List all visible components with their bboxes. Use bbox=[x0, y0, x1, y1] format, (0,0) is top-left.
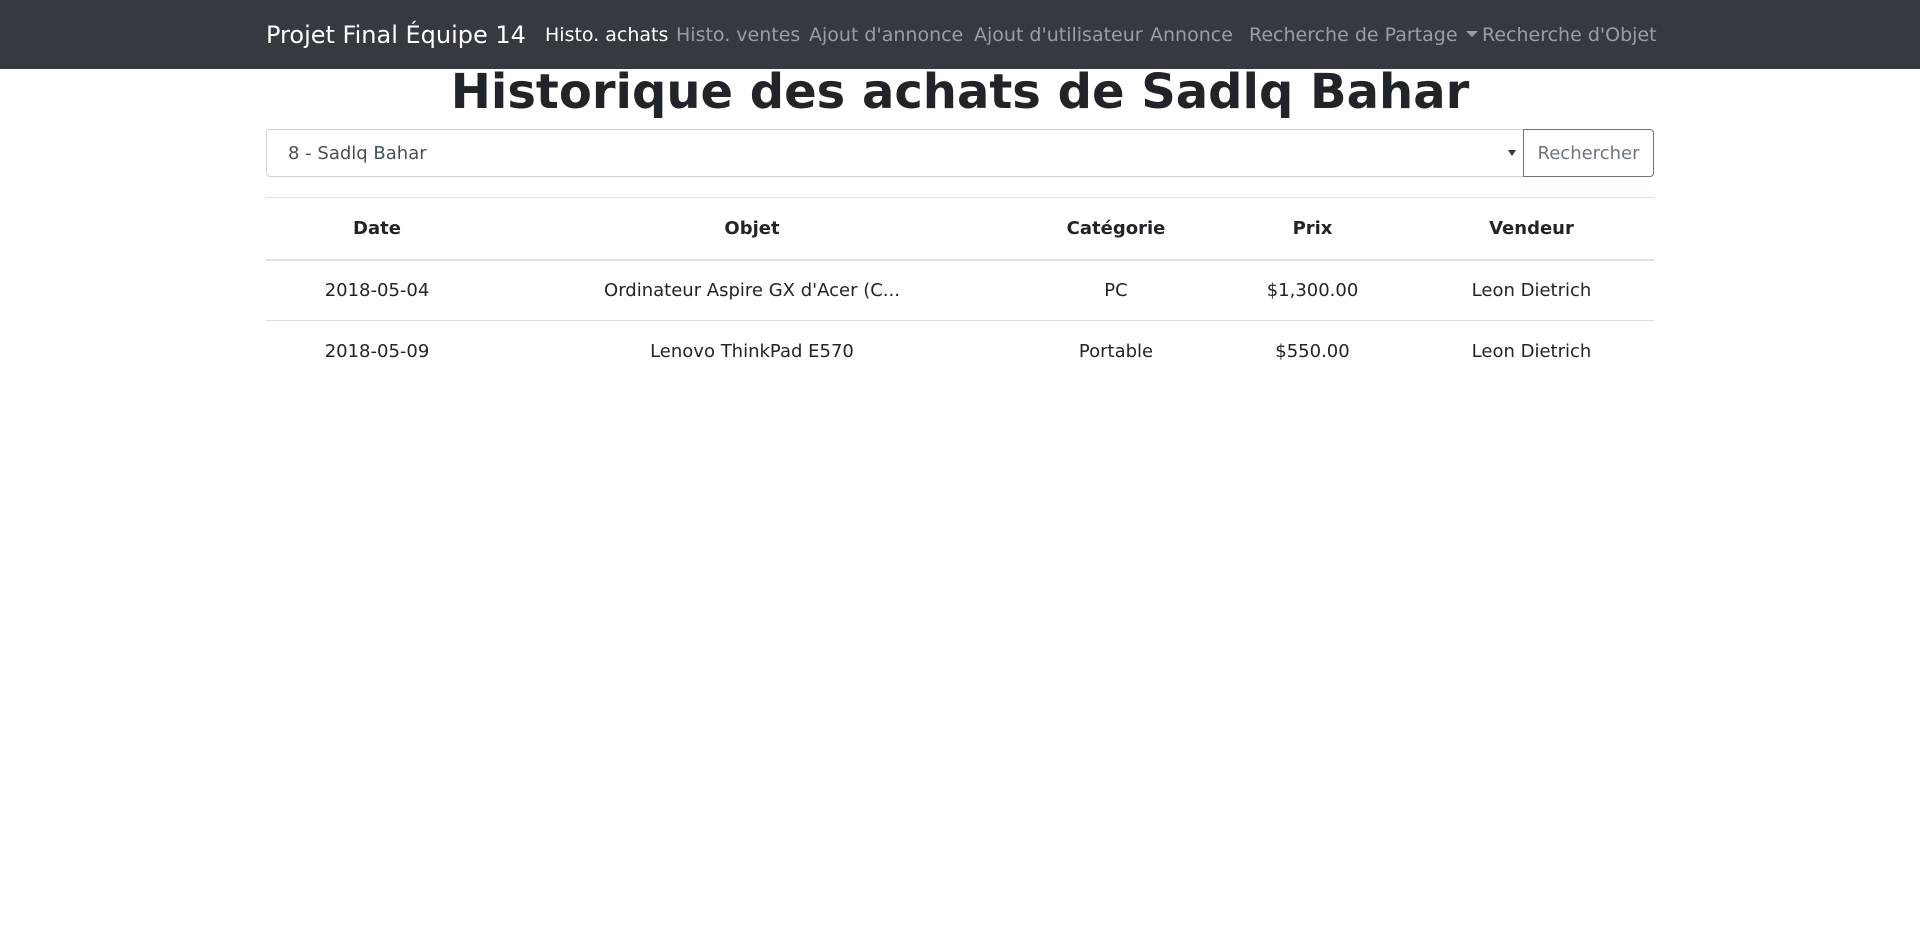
nav-link-recherche-objet[interactable]: Recherche d'Objet bbox=[1482, 22, 1657, 48]
header-vendeur: Vendeur bbox=[1489, 217, 1574, 239]
nav-link-histo-ventes[interactable]: Histo. ventes bbox=[676, 22, 800, 48]
purchase-table: Date Objet Catégorie Prix Vendeur 2018-0… bbox=[266, 197, 1654, 382]
header-categorie: Catégorie bbox=[1066, 217, 1166, 239]
table-header-row: Date Objet Catégorie Prix Vendeur bbox=[266, 197, 1654, 260]
cell-categorie: Portable bbox=[1078, 340, 1154, 362]
brand-link[interactable]: Projet Final Équipe 14 bbox=[266, 19, 526, 51]
cell-prix: $550.00 bbox=[1275, 340, 1350, 362]
cell-categorie: PC bbox=[1104, 279, 1128, 301]
search-button[interactable]: Rechercher bbox=[1523, 129, 1654, 177]
cell-date: 2018-05-09 bbox=[324, 340, 430, 362]
nav-dropdown-recherche-partage[interactable]: Recherche de Partage bbox=[1249, 22, 1478, 48]
user-select-value: 8 - Sadlq Bahar bbox=[288, 143, 427, 164]
header-date: Date bbox=[353, 217, 401, 239]
table-row: 2018-05-04 Ordinateur Aspire GX d'Acer (… bbox=[266, 260, 1654, 321]
cell-vendeur: Leon Dietrich bbox=[1471, 340, 1592, 362]
page-title: Historique des achats de Sadlq Bahar bbox=[450, 64, 1470, 120]
table-row: 2018-05-09 Lenovo ThinkPad E570 Portable… bbox=[266, 321, 1654, 382]
nav-link-ajout-annonce[interactable]: Ajout d'annonce bbox=[809, 22, 963, 48]
navbar: Projet Final Équipe 14 Histo. achats His… bbox=[0, 0, 1920, 69]
cell-prix: $1,300.00 bbox=[1266, 279, 1359, 301]
nav-link-histo-achats[interactable]: Histo. achats bbox=[545, 22, 668, 48]
user-select[interactable]: 8 - Sadlq Bahar bbox=[266, 129, 1524, 177]
header-prix: Prix bbox=[1292, 217, 1333, 239]
nav-dropdown-label: Recherche de Partage bbox=[1249, 24, 1458, 46]
header-objet: Objet bbox=[724, 217, 780, 239]
nav-link-ajout-utilisateur[interactable]: Ajout d'utilisateur bbox=[974, 22, 1143, 48]
chevron-down-icon bbox=[1508, 150, 1516, 156]
cell-objet: Lenovo ThinkPad E570 bbox=[650, 340, 854, 362]
cell-vendeur: Leon Dietrich bbox=[1471, 279, 1592, 301]
caret-down-icon bbox=[1465, 31, 1478, 37]
cell-objet: Ordinateur Aspire GX d'Acer (C... bbox=[604, 279, 900, 301]
nav-link-annonce[interactable]: Annonce bbox=[1150, 22, 1233, 48]
cell-date: 2018-05-04 bbox=[324, 279, 430, 301]
